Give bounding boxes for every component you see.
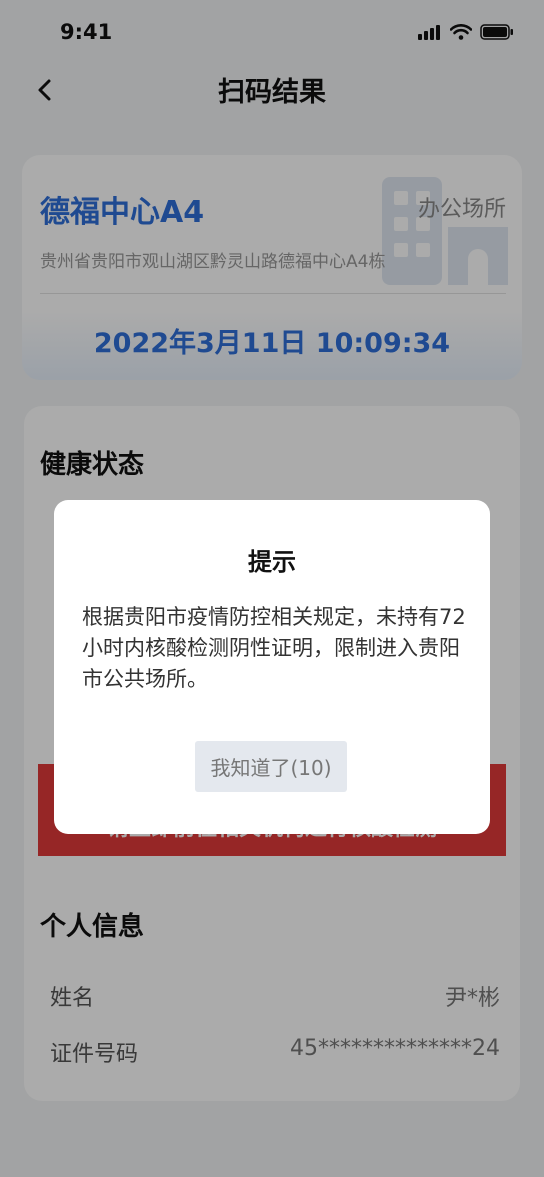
acknowledge-button[interactable]: 我知道了(10) (195, 741, 347, 792)
notice-dialog: 提示 根据贵阳市疫情防控相关规定，未持有72小时内核酸检测阴性证明，限制进入贵阳… (54, 500, 490, 834)
dialog-title: 提示 (248, 548, 296, 576)
dialog-message: 根据贵阳市疫情防控相关规定，未持有72小时内核酸检测阴性证明，限制进入贵阳市公共… (82, 605, 466, 691)
